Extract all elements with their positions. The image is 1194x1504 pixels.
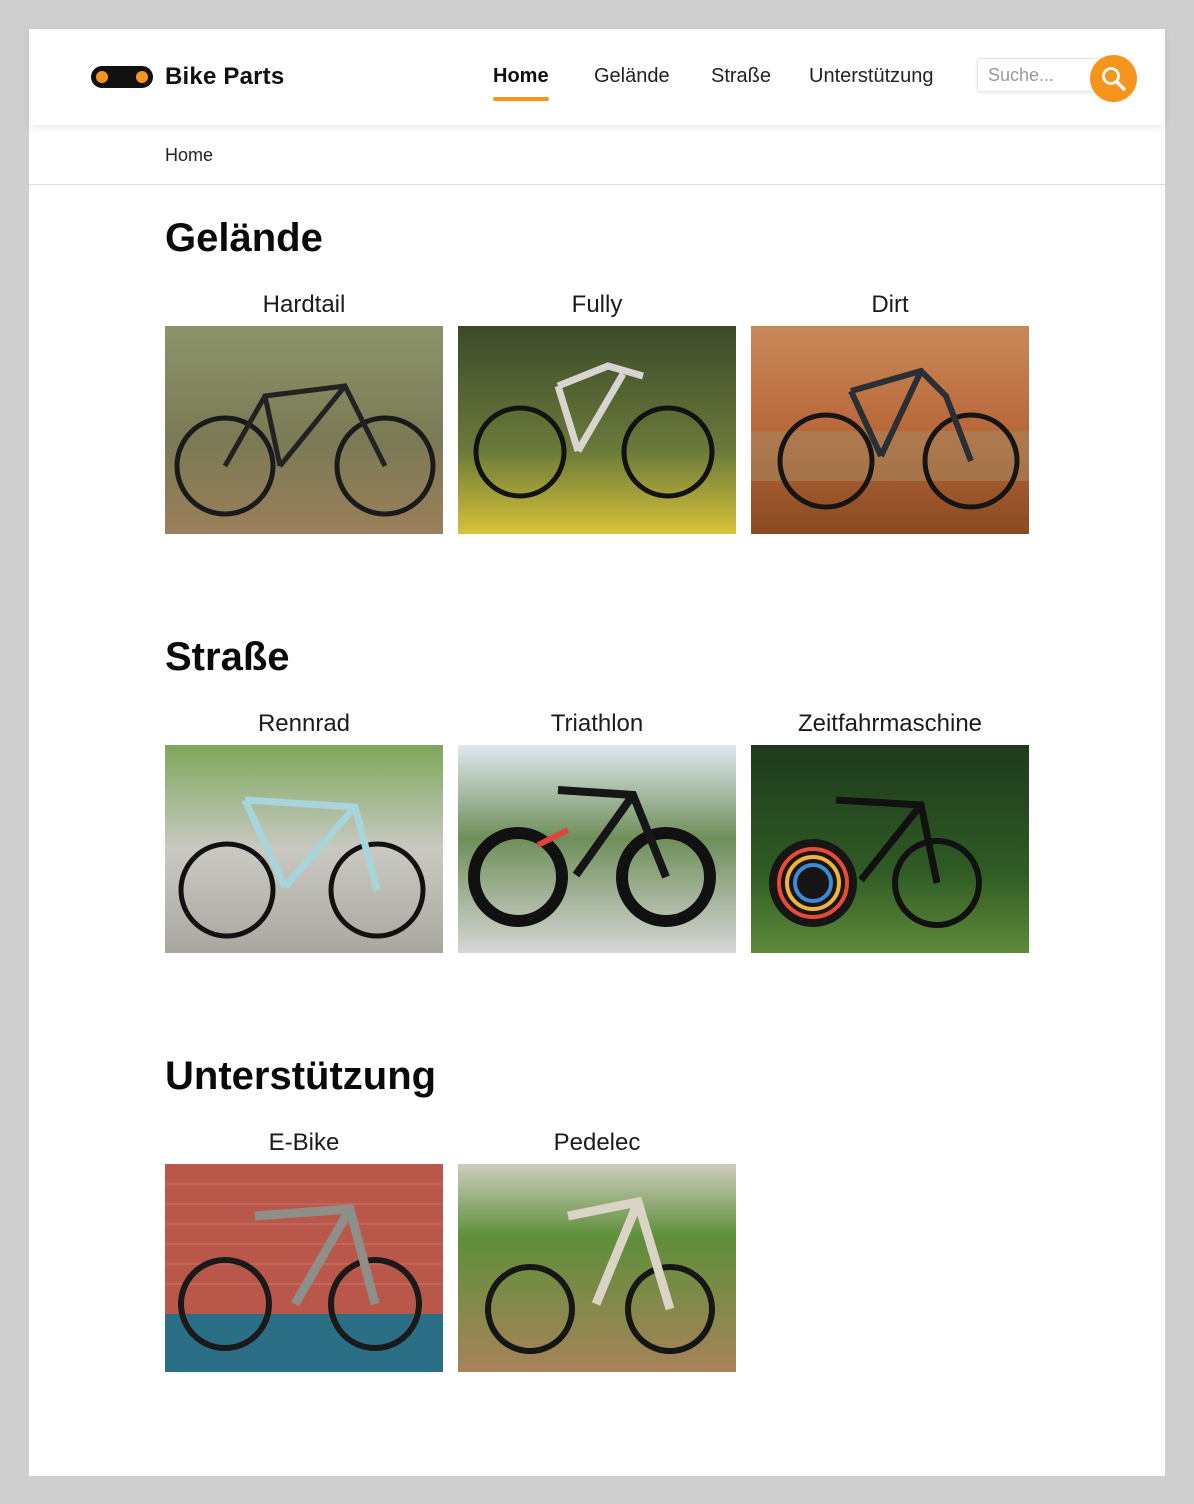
- bike-photo: [751, 745, 1029, 953]
- nav-item-label: Unterstützung: [809, 65, 934, 87]
- card-label: Zeitfahrmaschine: [797, 710, 983, 737]
- chain-link-icon: [91, 66, 153, 88]
- breadcrumb: Home: [29, 125, 1165, 185]
- card-label: Hardtail: [262, 291, 346, 318]
- bike-photo: [458, 326, 736, 534]
- nav-item-gelaende[interactable]: Gelände: [594, 65, 670, 88]
- breadcrumb-item-home[interactable]: Home: [165, 145, 213, 166]
- bike-photo: [165, 1164, 443, 1372]
- card-label: Fully: [571, 291, 623, 318]
- category-card-pedelec[interactable]: Pedelec: [458, 1128, 736, 1372]
- section-title: Straße: [165, 635, 290, 679]
- category-card-e-bike[interactable]: E-Bike: [165, 1128, 443, 1372]
- search-button[interactable]: [1090, 55, 1137, 102]
- bike-photo: [458, 1164, 736, 1372]
- section-strasse: Straße Rennrad Triathlon Zeitfahrmaschin…: [165, 635, 1035, 965]
- category-card-hardtail[interactable]: Hardtail: [165, 290, 443, 534]
- nav-item-strasse[interactable]: Straße: [711, 65, 771, 88]
- card-label: Dirt: [871, 291, 909, 318]
- section-title: Gelände: [165, 216, 323, 260]
- category-card-zeitfahrmaschine[interactable]: Zeitfahrmaschine: [751, 709, 1029, 953]
- card-label: Rennrad: [257, 710, 351, 737]
- section-title: Unterstützung: [165, 1054, 437, 1098]
- nav-item-label: Gelände: [594, 65, 670, 87]
- bike-photo: [165, 745, 443, 953]
- bike-photo: [458, 745, 736, 953]
- bike-photo: [165, 326, 443, 534]
- card-label: Triathlon: [550, 710, 644, 737]
- nav-item-unterstuetzung[interactable]: Unterstützung: [809, 65, 934, 88]
- card-label: E-Bike: [268, 1129, 340, 1156]
- site-header: Bike Parts Home Gelände Straße Unterstüt…: [29, 29, 1165, 125]
- category-card-dirt[interactable]: Dirt: [751, 290, 1029, 534]
- section-gelaende: Gelände Hardtail Fully Dirt: [165, 216, 1035, 546]
- nav-item-label: Straße: [711, 65, 772, 87]
- nav-item-home[interactable]: Home: [493, 65, 549, 101]
- active-nav-indicator: [493, 97, 549, 101]
- brand-name: Bike Parts: [165, 63, 285, 90]
- card-label: Pedelec: [553, 1129, 641, 1156]
- search-bar: [977, 55, 1137, 102]
- logo[interactable]: Bike Parts: [89, 63, 284, 91]
- bike-photo: [751, 326, 1029, 534]
- nav-item-label: Home: [493, 65, 549, 87]
- section-unterstuetzung: Unterstützung E-Bike Pedelec: [165, 1054, 1035, 1384]
- category-card-rennrad[interactable]: Rennrad: [165, 709, 443, 953]
- category-card-triathlon[interactable]: Triathlon: [458, 709, 736, 953]
- category-card-fully[interactable]: Fully: [458, 290, 736, 534]
- search-icon: [1101, 66, 1126, 91]
- page: Bike Parts Home Gelände Straße Unterstüt…: [29, 29, 1165, 1476]
